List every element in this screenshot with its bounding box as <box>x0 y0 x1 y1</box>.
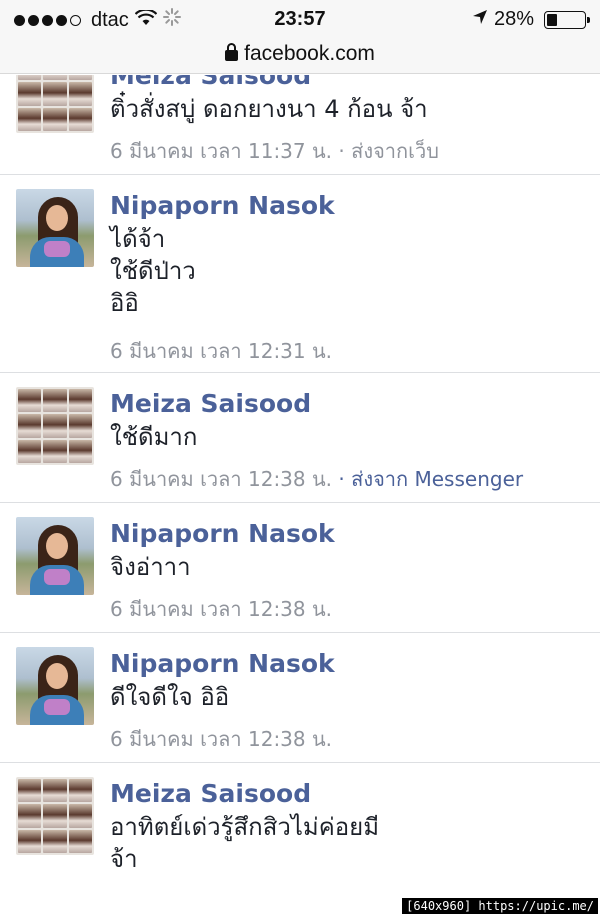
message-item: Nipaporn Nasok ดีใจดีใจ อิอิ 6 มีนาคม เว… <box>0 633 600 763</box>
message-item: Meiza Saisood อาทิตย์เด่วรู้สึกสิวไม่ค่อ… <box>0 763 600 895</box>
status-bar: dtac 23:57 28% <box>0 0 600 40</box>
message-time: 6 มีนาคม เวลา 12:38 น. <box>110 467 333 491</box>
avatar[interactable] <box>16 517 94 595</box>
address-bar[interactable]: facebook.com <box>0 40 600 74</box>
message-meta: 6 มีนาคม เวลา 12:38 น. · ส่งจาก Messenge… <box>110 463 523 495</box>
sender-name[interactable]: Meiza Saisood <box>110 389 311 418</box>
message-item: Meiza Saisood ติ๋วสั่งสบู่ ดอกยางนา 4 ก้… <box>0 75 600 175</box>
avatar[interactable] <box>16 647 94 725</box>
message-meta: 6 มีนาคม เวลา 12:38 น. <box>110 723 332 755</box>
message-time: 6 มีนาคม เวลา 12:31 น. <box>110 339 333 363</box>
message-text: ใช้ดีป่าว <box>110 257 196 285</box>
avatar[interactable] <box>16 75 94 133</box>
url-text: facebook.com <box>244 42 375 65</box>
message-text: อิอิ <box>110 289 139 317</box>
sender-name[interactable]: Meiza Saisood <box>110 75 311 90</box>
battery-fill <box>547 13 557 26</box>
message-text: จิงอ่าาา <box>110 553 191 581</box>
sender-name[interactable]: Nipaporn Nasok <box>110 191 335 220</box>
message-source: · ส่งจากเว็บ <box>338 139 439 163</box>
battery-percent: 28% <box>493 8 534 30</box>
message-time: 6 มีนาคม เวลา 12:38 น. <box>110 597 333 621</box>
message-meta: 6 มีนาคม เวลา 11:37 น. · ส่งจากเว็บ <box>110 135 439 167</box>
message-text: ใช้ดีมาก <box>110 423 198 451</box>
message-feed[interactable]: Meiza Saisood ติ๋วสั่งสบู่ ดอกยางนา 4 ก้… <box>0 75 600 895</box>
avatar[interactable] <box>16 189 94 267</box>
location-arrow-icon <box>472 8 488 31</box>
message-meta: 6 มีนาคม เวลา 12:31 น. <box>110 335 332 367</box>
bottom-edge: [640x960] https://upic.me/ <box>0 896 600 916</box>
message-item: Nipaporn Nasok จิงอ่าาา 6 มีนาคม เวลา 12… <box>0 503 600 633</box>
message-time: 6 มีนาคม เวลา 12:38 น. <box>110 727 333 751</box>
message-item: Meiza Saisood ใช้ดีมาก 6 มีนาคม เวลา 12:… <box>0 373 600 503</box>
message-meta: 6 มีนาคม เวลา 12:38 น. <box>110 593 332 625</box>
avatar[interactable] <box>16 777 94 855</box>
lock-icon <box>225 43 239 61</box>
message-text: ดีใจดีใจ อิอิ <box>110 683 230 711</box>
message-time: 6 มีนาคม เวลา 11:37 น. <box>110 139 333 163</box>
sender-name[interactable]: Nipaporn Nasok <box>110 649 335 678</box>
sender-name[interactable]: Meiza Saisood <box>110 779 311 808</box>
avatar[interactable] <box>16 387 94 465</box>
watermark: [640x960] https://upic.me/ <box>402 898 598 914</box>
message-source: · ส่งจาก Messenger <box>338 467 524 491</box>
message-item: Nipaporn Nasok ได้จ้า ใช้ดีป่าว อิอิ 6 ม… <box>0 175 600 373</box>
battery-icon <box>544 10 590 29</box>
message-text: จ้า <box>110 845 138 873</box>
message-text: ได้จ้า <box>110 225 166 253</box>
sender-name[interactable]: Nipaporn Nasok <box>110 519 335 548</box>
status-right: 28% <box>472 8 590 31</box>
message-text: ติ๋วสั่งสบู่ ดอกยางนา 4 ก้อน จ้า <box>110 95 428 123</box>
message-text: อาทิตย์เด่วรู้สึกสิวไม่ค่อยมี <box>110 813 380 841</box>
